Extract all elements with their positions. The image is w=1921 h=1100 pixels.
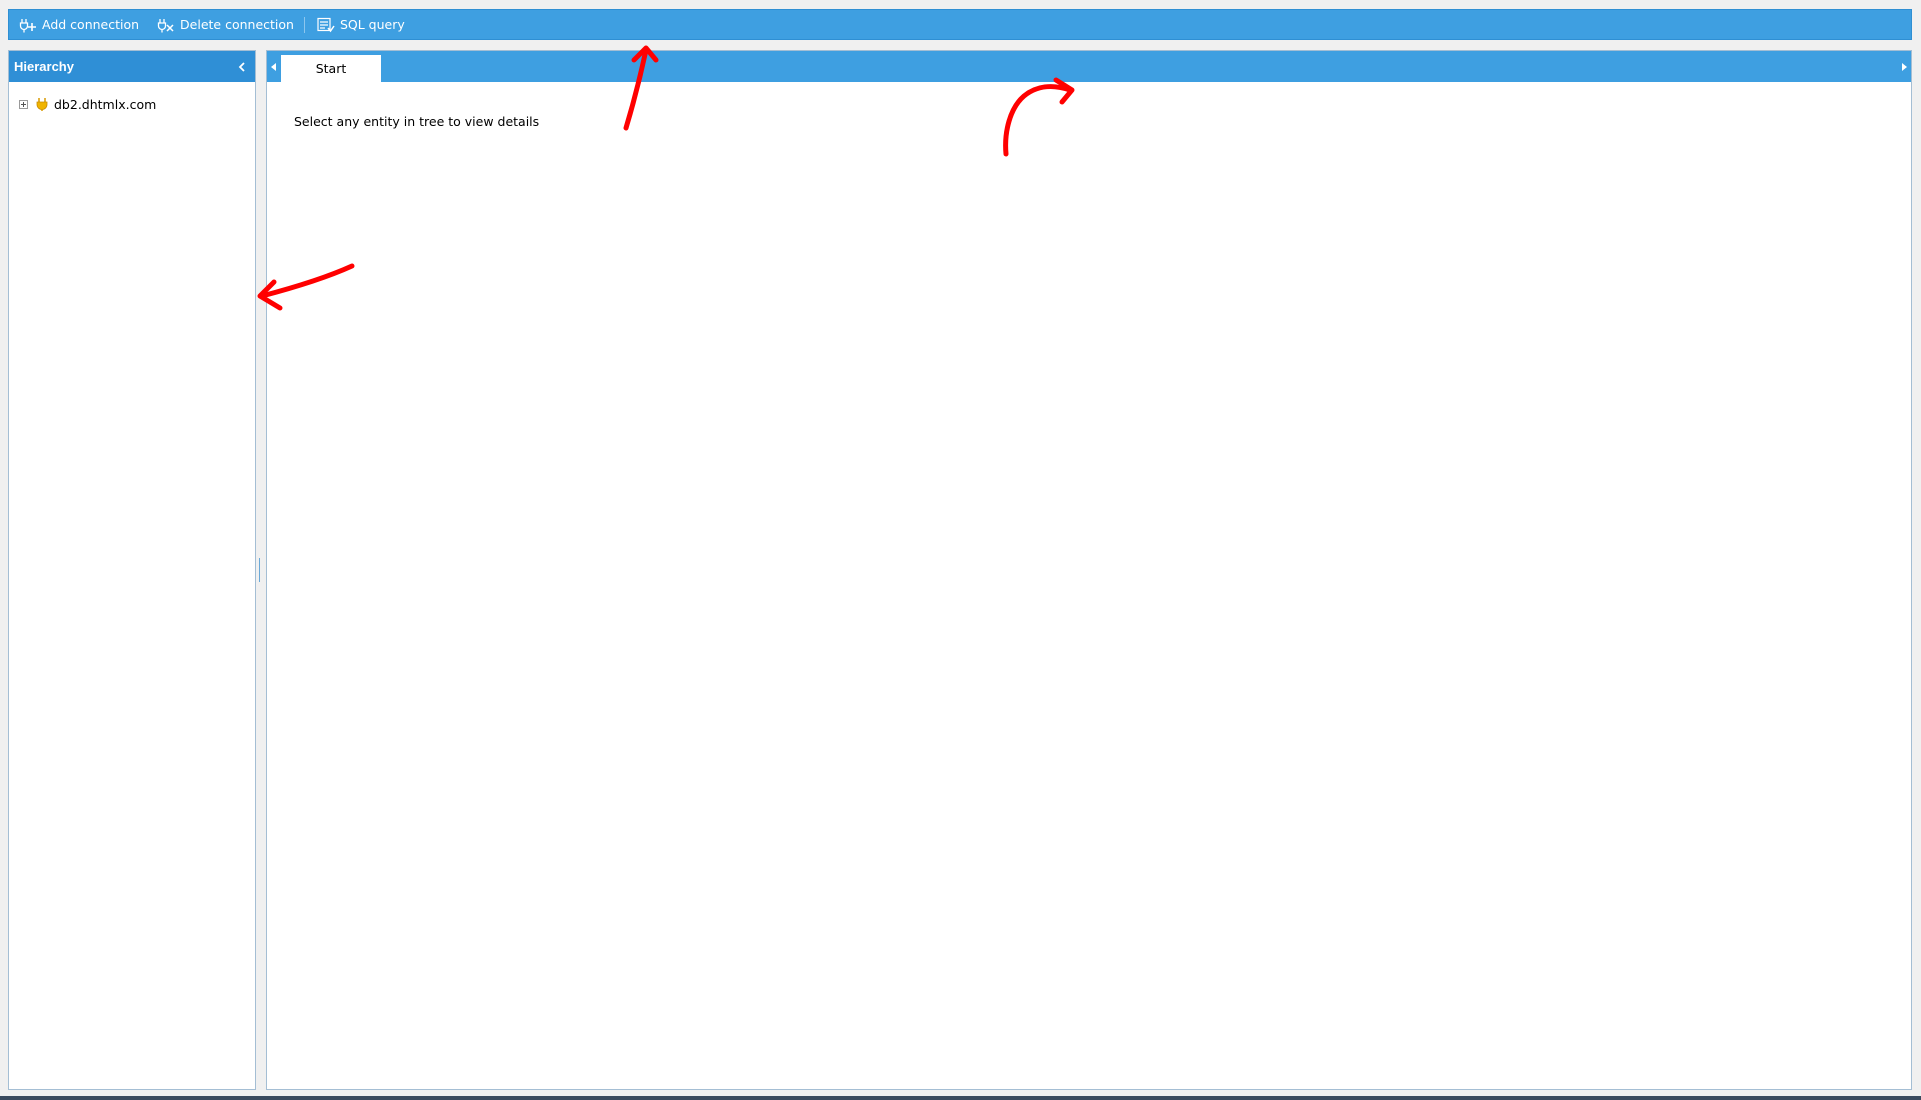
arrow-right-icon <box>1902 62 1907 71</box>
tab-start-label: Start <box>315 61 347 76</box>
tree-item-label: db2.dhtmlx.com <box>54 96 157 112</box>
panel-splitter[interactable] <box>256 50 266 1090</box>
app-window: Add connection Delete connection SQL que… <box>0 0 1921 1100</box>
sql-query-button[interactable]: SQL query <box>307 10 413 39</box>
plug-delete-icon <box>157 18 174 32</box>
hierarchy-title: Hierarchy <box>14 59 74 74</box>
add-connection-button[interactable]: Add connection <box>9 10 147 39</box>
plug-add-icon <box>19 18 36 32</box>
delete-connection-label: Delete connection <box>180 17 294 32</box>
hierarchy-header: Hierarchy <box>9 51 255 82</box>
arrow-left-icon <box>271 62 276 71</box>
tree-item[interactable]: db2.dhtmlx.com <box>19 94 255 114</box>
hierarchy-tree: db2.dhtmlx.com <box>9 82 255 114</box>
collapse-panel-button[interactable] <box>235 60 249 74</box>
toolbar-separator <box>303 16 305 33</box>
details-placeholder-text: Select any entity in tree to view detail… <box>294 114 540 129</box>
toolbar: Add connection Delete connection SQL que… <box>8 9 1912 40</box>
delete-connection-button[interactable]: Delete connection <box>147 10 302 39</box>
sql-query-icon <box>317 17 335 32</box>
tab-start[interactable]: Start <box>281 55 381 82</box>
splitter-grip <box>259 558 260 582</box>
taskbar-edge <box>0 1096 1921 1100</box>
add-connection-label: Add connection <box>42 17 140 32</box>
sql-query-label: SQL query <box>339 17 405 32</box>
chevron-left-icon <box>238 61 245 72</box>
expand-icon[interactable] <box>19 99 28 109</box>
tab-scroll-right-button[interactable] <box>1897 51 1911 82</box>
details-panel: Start Select any entity in tree to view … <box>266 50 1912 1090</box>
hierarchy-panel: Hierarchy db2.dhtmlx.com <box>8 50 256 1090</box>
tab-bar: Start <box>267 51 1911 82</box>
database-plug-icon <box>36 98 48 111</box>
tab-scroll-left-button[interactable] <box>267 51 281 82</box>
